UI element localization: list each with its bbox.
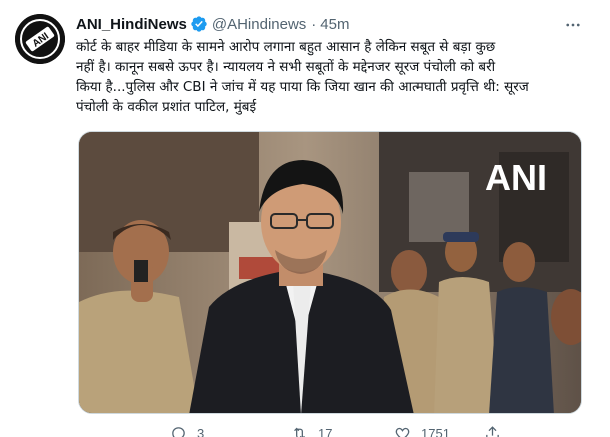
retweet-button[interactable]: 17 (291, 425, 332, 437)
display-name[interactable]: ANI_HindiNews (76, 16, 187, 33)
retweet-count: 17 (318, 426, 333, 437)
like-count: 1751 (421, 426, 450, 437)
verified-badge-icon (190, 15, 208, 33)
share-icon (486, 426, 499, 437)
reply-icon (172, 427, 185, 437)
share-button[interactable] (484, 425, 501, 437)
more-options-icon[interactable] (562, 14, 584, 36)
avatar[interactable]: ANI (15, 14, 65, 64)
timestamp[interactable]: 45m (320, 16, 349, 33)
like-button[interactable]: 1751 (394, 425, 450, 437)
tweet-header: ANI_HindiNews @AHindinews · 45m (76, 14, 349, 34)
tweet-text-line: कोर्ट के बाहर मीडिया के सामने आरोप लगाना… (76, 39, 496, 55)
ani-watermark: ANI (485, 157, 547, 198)
media-photo: ANI (79, 132, 581, 413)
ani-logo-icon: ANI (15, 14, 65, 64)
reply-button[interactable]: 3 (170, 425, 204, 437)
tweet-media-image[interactable]: ANI (78, 131, 582, 414)
retweet-icon (294, 427, 305, 437)
tweet-text-line: नहीं है। कानून सबसे ऊपर है। न्यायलय ने स… (76, 59, 496, 75)
reply-count: 3 (197, 426, 205, 437)
like-icon (395, 427, 410, 437)
tweet-text-line: पंचोली के वकील प्रशांत पाटिल, मुंबई (76, 99, 257, 115)
tweet-text: कोर्ट के बाहर मीडिया के सामने आरोप लगाना… (76, 37, 596, 117)
tweet[interactable]: ANI ANI_HindiNews @AHindinews · 45m कोर्… (0, 0, 610, 437)
handle[interactable]: @AHindinews (212, 16, 306, 33)
tweet-text-line: किया है...पुलिस और CBI ने जांच में यह पा… (76, 79, 529, 95)
tweet-actions: 3 17 1751 (76, 425, 596, 437)
separator: · (311, 15, 317, 33)
